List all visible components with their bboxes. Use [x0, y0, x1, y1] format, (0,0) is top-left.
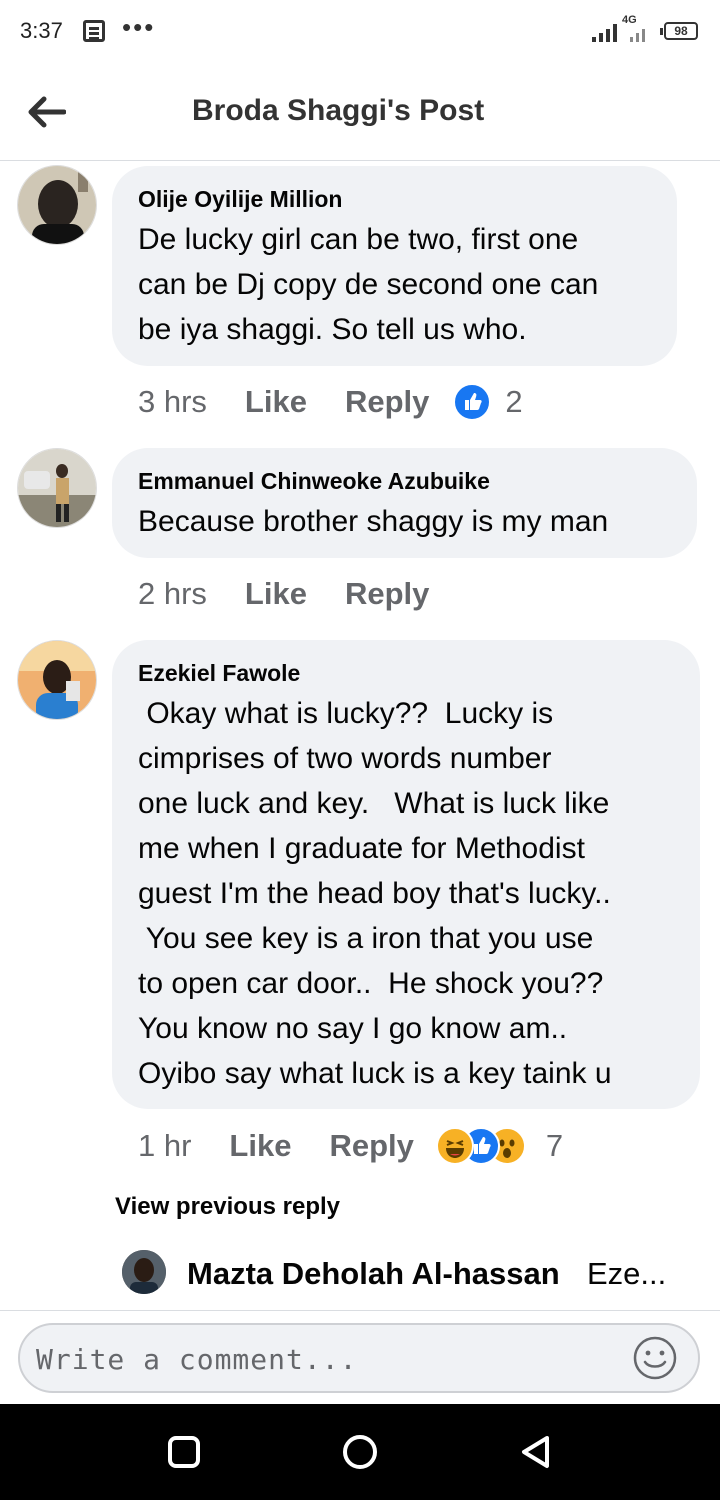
reply-author[interactable]: Mazta Deholah Al-hassan [187, 1256, 560, 1292]
battery-icon: 98 [660, 22, 698, 40]
reaction-icons[interactable] [435, 1127, 526, 1165]
comment-time: 3 hrs [138, 384, 207, 419]
reply-preview[interactable]: Mazta Deholah Al-hassan Eze... [122, 1250, 682, 1296]
status-bar: 3:37 ••• 4G 98 [0, 0, 720, 64]
like-button[interactable]: Like [245, 384, 307, 420]
reaction-count[interactable]: 2 [505, 384, 522, 420]
comment-line: be iya shaggi. So tell us who. [138, 313, 527, 346]
comment-author[interactable]: Ezekiel Fawole [138, 660, 300, 687]
reply-text: Eze... [587, 1256, 667, 1291]
comment-actions: 1 hr Like Reply 7 [138, 1126, 563, 1166]
comment-time: 2 hrs [138, 576, 207, 611]
comment-line: can be Dj copy de second one can [138, 268, 599, 301]
comment-composer-area: Write a comment... [0, 1310, 720, 1405]
comment-line: cimprises of two words number [138, 742, 552, 775]
view-previous-reply-link[interactable]: View previous reply [115, 1193, 340, 1221]
comment-line: Okay what is lucky?? Lucky is [138, 697, 554, 730]
avatar[interactable] [17, 165, 97, 245]
avatar[interactable] [17, 448, 97, 528]
comment-input[interactable]: Write a comment... [18, 1323, 700, 1393]
comment-author[interactable]: Emmanuel Chinweoke Azubuike [138, 468, 490, 495]
comment-input-placeholder: Write a comment... [36, 1343, 358, 1376]
post-header: Broda Shaggi's Post [0, 64, 720, 161]
avatar[interactable] [17, 640, 97, 720]
comment-text: Because brother shaggy is my man [138, 505, 609, 538]
reply-button[interactable]: Reply [345, 384, 429, 420]
avatar[interactable] [122, 1250, 166, 1294]
system-navigation-bar [0, 1404, 720, 1500]
comment-line: You know no say I go know am.. [138, 1012, 568, 1045]
like-button[interactable]: Like [229, 1128, 291, 1164]
reaction-count[interactable]: 7 [546, 1128, 563, 1164]
comment-line: Oyibo say what luck is a key taink u [138, 1057, 612, 1090]
reply-button[interactable]: Reply [329, 1128, 413, 1164]
comment-line: me when I graduate for Methodist [138, 832, 585, 865]
comment-line: to open car door.. He shock you?? [138, 967, 604, 1000]
comment-author[interactable]: Olije Oyilije Million [138, 186, 342, 213]
like-reaction-icon[interactable] [453, 383, 492, 421]
news-notification-icon [83, 20, 105, 42]
comment-line: one luck and key. What is luck like [138, 787, 610, 820]
back-icon[interactable] [518, 1434, 554, 1470]
recent-apps-icon[interactable] [166, 1434, 202, 1470]
back-arrow-icon[interactable] [26, 94, 66, 130]
comment-time: 1 hr [138, 1128, 192, 1163]
comment-line: guest I'm the head boy that's lucky.. [138, 877, 611, 910]
comment-actions: 2 hrs Like Reply [138, 574, 467, 614]
reply-button[interactable]: Reply [345, 576, 429, 612]
signal-strength-icon [592, 24, 617, 42]
status-time: 3:37 [20, 18, 63, 43]
haha-reaction-icon [435, 1127, 474, 1165]
home-icon[interactable] [342, 1434, 378, 1470]
emoji-icon[interactable] [632, 1335, 678, 1381]
comment-line: You see key is a iron that you use [138, 922, 594, 955]
comment-actions: 3 hrs Like Reply 2 [138, 382, 523, 422]
like-button[interactable]: Like [245, 576, 307, 612]
comment-line: De lucky girl can be two, first one [138, 223, 579, 256]
network-type: 4G [622, 14, 637, 26]
more-notifications-icon: ••• [122, 12, 156, 42]
secondary-signal-icon [630, 26, 645, 42]
page-title: Broda Shaggi's Post [192, 94, 485, 127]
